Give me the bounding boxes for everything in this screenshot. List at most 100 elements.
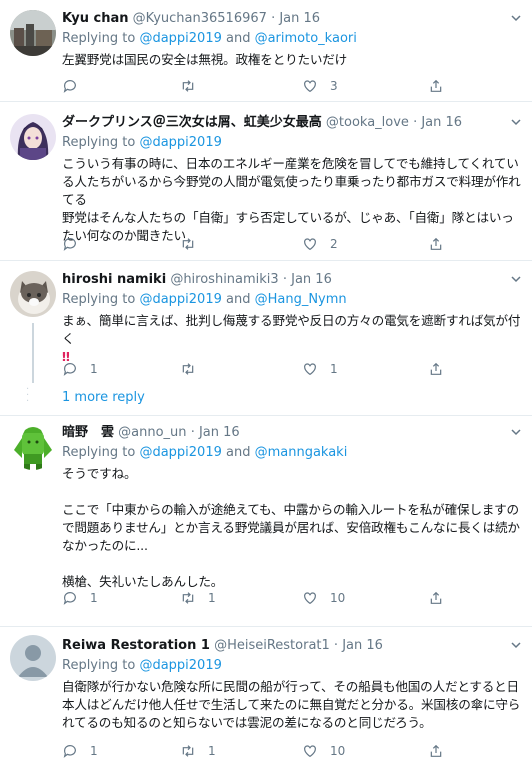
retweet-icon — [182, 363, 194, 375]
display-name[interactable]: Kyu chan — [62, 11, 129, 26]
heart-icon — [304, 80, 316, 93]
handle[interactable]: @HeiseiRestorat1 — [214, 638, 330, 653]
timestamp[interactable]: Jan 16 — [279, 11, 320, 26]
reply-button[interactable] — [62, 76, 90, 96]
reply-icon — [63, 238, 76, 251]
avatar[interactable] — [10, 424, 56, 470]
like-button[interactable]: 3 — [302, 76, 338, 96]
retweet-icon — [182, 80, 194, 92]
display-name[interactable]: ダークプリンス＠三次女は屑、虹美少女最高 — [62, 115, 322, 130]
heart-icon — [304, 363, 316, 376]
avatar[interactable] — [10, 114, 56, 160]
handle[interactable]: @tooka_love — [326, 115, 409, 130]
retweet-button[interactable]: 1 — [180, 588, 216, 608]
chevron-down-icon[interactable] — [510, 639, 522, 651]
tweet-text: そうですね。 ここで「中東からの輸入が途絶えても、中露からの輸入ルートを私が確保… — [62, 466, 520, 589]
reply-icon — [63, 363, 76, 376]
reply-button[interactable] — [62, 234, 90, 254]
mention-link[interactable]: @dappi2019 — [139, 445, 221, 460]
mention-link[interactable]: @dappi2019 — [139, 135, 221, 150]
display-name[interactable]: 暗野 雲 — [62, 425, 114, 440]
tweet-header: Reiwa Restoration 1 @HeiseiRestorat1 · J… — [62, 637, 522, 655]
tweet-text: 左翼野党は国民の安全は無視。政権をとりたいだけ — [62, 52, 348, 67]
chevron-down-icon[interactable] — [510, 116, 522, 128]
tweet-1[interactable]: Kyu chan @Kyuchan36516967 · Jan 16 Reply… — [0, 0, 532, 102]
separator: · — [271, 11, 276, 26]
replying-to: Replying to @dappi2019 — [62, 658, 222, 673]
avatar[interactable] — [10, 271, 56, 317]
handle[interactable]: @hiroshinamiki3 — [170, 272, 278, 287]
tweet-5[interactable]: Reiwa Restoration 1 @HeiseiRestorat1 · J… — [0, 627, 532, 770]
tweet-header: hiroshi namiki @hiroshinamiki3 · Jan 16 — [62, 271, 522, 289]
heart-icon — [304, 592, 316, 605]
separator: · — [282, 272, 287, 287]
tweet-4[interactable]: 暗野 雲 @anno_un · Jan 16 Replying to @dapp… — [0, 416, 532, 627]
share-button[interactable] — [428, 234, 444, 254]
heart-icon — [304, 745, 316, 758]
handle[interactable]: @anno_un — [118, 425, 186, 440]
separator: · — [190, 425, 195, 440]
reply-button[interactable]: 1 — [62, 588, 98, 608]
mention-link[interactable]: @Hang_Nymn — [255, 292, 347, 307]
chevron-down-icon[interactable] — [510, 12, 522, 24]
replying-to: Replying to @dappi2019 and @manngakaki — [62, 445, 348, 460]
tweet-header: Kyu chan @Kyuchan36516967 · Jan 16 — [62, 10, 522, 28]
share-button[interactable] — [428, 588, 444, 608]
share-button[interactable] — [428, 359, 444, 379]
reply-button[interactable]: 1 — [62, 741, 98, 761]
reply-icon — [63, 745, 76, 758]
retweet-button[interactable] — [180, 76, 208, 96]
reply-icon — [63, 592, 76, 605]
display-name[interactable]: hiroshi namiki — [62, 272, 166, 287]
tweet-text: まぁ、簡単に言えば、批判し侮蔑する野党や反日の方々の電気を遮断すれば気が付く ‼ — [62, 313, 521, 364]
thread-line — [32, 323, 34, 383]
thread-dots: · · · — [26, 384, 32, 407]
show-more-replies-link[interactable]: 1 more reply — [62, 390, 145, 405]
retweet-icon — [182, 238, 194, 250]
mention-link[interactable]: @dappi2019 — [139, 31, 221, 46]
chevron-down-icon[interactable] — [510, 426, 522, 438]
timestamp[interactable]: Jan 16 — [421, 115, 462, 130]
share-icon — [430, 362, 442, 375]
like-button[interactable]: 10 — [302, 588, 345, 608]
mention-link[interactable]: @manngakaki — [255, 445, 348, 460]
mention-link[interactable]: @arimoto_kaori — [255, 31, 357, 46]
timestamp[interactable]: Jan 16 — [291, 272, 332, 287]
retweet-button[interactable] — [180, 234, 208, 254]
reply-button[interactable]: 1 — [62, 359, 98, 379]
share-icon — [430, 237, 442, 250]
share-button[interactable] — [428, 741, 444, 761]
tweet-2[interactable]: ダークプリンス＠三次女は屑、虹美少女最高 @tooka_love · Jan 1… — [0, 102, 532, 261]
timestamp[interactable]: Jan 16 — [199, 425, 240, 440]
like-button[interactable]: 2 — [302, 234, 338, 254]
replying-to: Replying to @dappi2019 and @Hang_Nymn — [62, 292, 347, 307]
replying-to: Replying to @dappi2019 and @arimoto_kaor… — [62, 31, 357, 46]
share-icon — [430, 744, 442, 757]
retweet-icon — [182, 592, 194, 604]
heart-icon — [304, 238, 316, 251]
tweet-text: こういう有事の時に、日本のエネルギー産業を危険を冒してでも維持してくれている人た… — [62, 156, 521, 243]
retweet-button[interactable]: 1 — [180, 741, 216, 761]
reply-icon — [63, 80, 76, 93]
share-icon — [430, 591, 442, 604]
share-icon — [430, 79, 442, 92]
separator: · — [333, 638, 339, 653]
like-button[interactable]: 1 — [302, 359, 338, 379]
timestamp[interactable]: Jan 16 — [342, 638, 383, 653]
handle[interactable]: @Kyuchan36516967 — [133, 11, 267, 26]
retweet-button[interactable] — [180, 359, 208, 379]
separator: · — [413, 115, 418, 130]
mention-link[interactable]: @dappi2019 — [139, 658, 221, 673]
display-name[interactable]: Reiwa Restoration 1 — [62, 638, 210, 653]
share-button[interactable] — [428, 76, 444, 96]
chevron-down-icon[interactable] — [510, 273, 522, 285]
mention-link[interactable]: @dappi2019 — [139, 292, 221, 307]
avatar[interactable] — [10, 635, 56, 681]
replying-to: Replying to @dappi2019 — [62, 135, 222, 150]
tweet-text: 自衛隊が行かない危険な所に民間の船が行って、その船員も他国の人だとすると日本人は… — [62, 679, 521, 730]
avatar[interactable] — [10, 10, 56, 56]
like-button[interactable]: 10 — [302, 741, 345, 761]
tweet-3[interactable]: hiroshi namiki @hiroshinamiki3 · Jan 16 … — [0, 261, 532, 416]
tweet-header: 暗野 雲 @anno_un · Jan 16 — [62, 424, 522, 442]
retweet-icon — [182, 745, 194, 757]
